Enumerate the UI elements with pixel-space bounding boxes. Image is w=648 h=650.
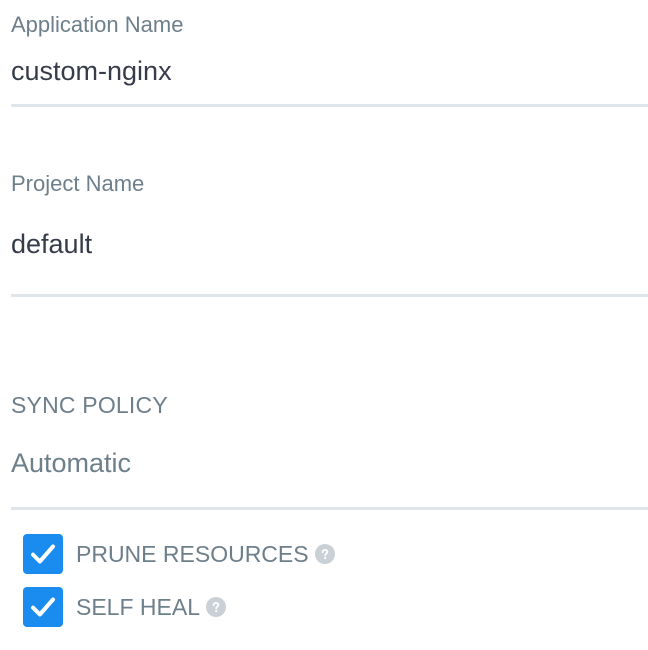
application-name-value[interactable]: custom-nginx [11,56,172,87]
project-name-underline [11,294,648,297]
checkmark-icon [31,597,55,617]
help-icon[interactable] [314,544,335,564]
application-name-underline [11,104,648,107]
question-mark-glyph [212,601,220,613]
application-name-label: Application Name [11,12,184,37]
prune-resources-option: PRUNE RESOURCES [23,534,335,574]
prune-resources-checkbox[interactable] [23,534,63,574]
self-heal-option: SELF HEAL [23,587,226,627]
self-heal-checkbox[interactable] [23,587,63,627]
project-name-label: Project Name [11,171,145,196]
help-icon[interactable] [206,597,226,617]
checkmark-icon [31,544,55,564]
sync-policy-select[interactable]: Automatic [11,440,648,510]
self-heal-label: SELF HEAL [76,593,200,620]
project-name-value[interactable]: default [11,229,92,260]
sync-policy-underline [11,507,648,510]
sync-policy-title: SYNC POLICY [11,392,168,418]
question-mark-glyph [321,548,328,560]
prune-resources-label: PRUNE RESOURCES [76,540,309,567]
sync-policy-selected-value: Automatic [11,448,132,478]
